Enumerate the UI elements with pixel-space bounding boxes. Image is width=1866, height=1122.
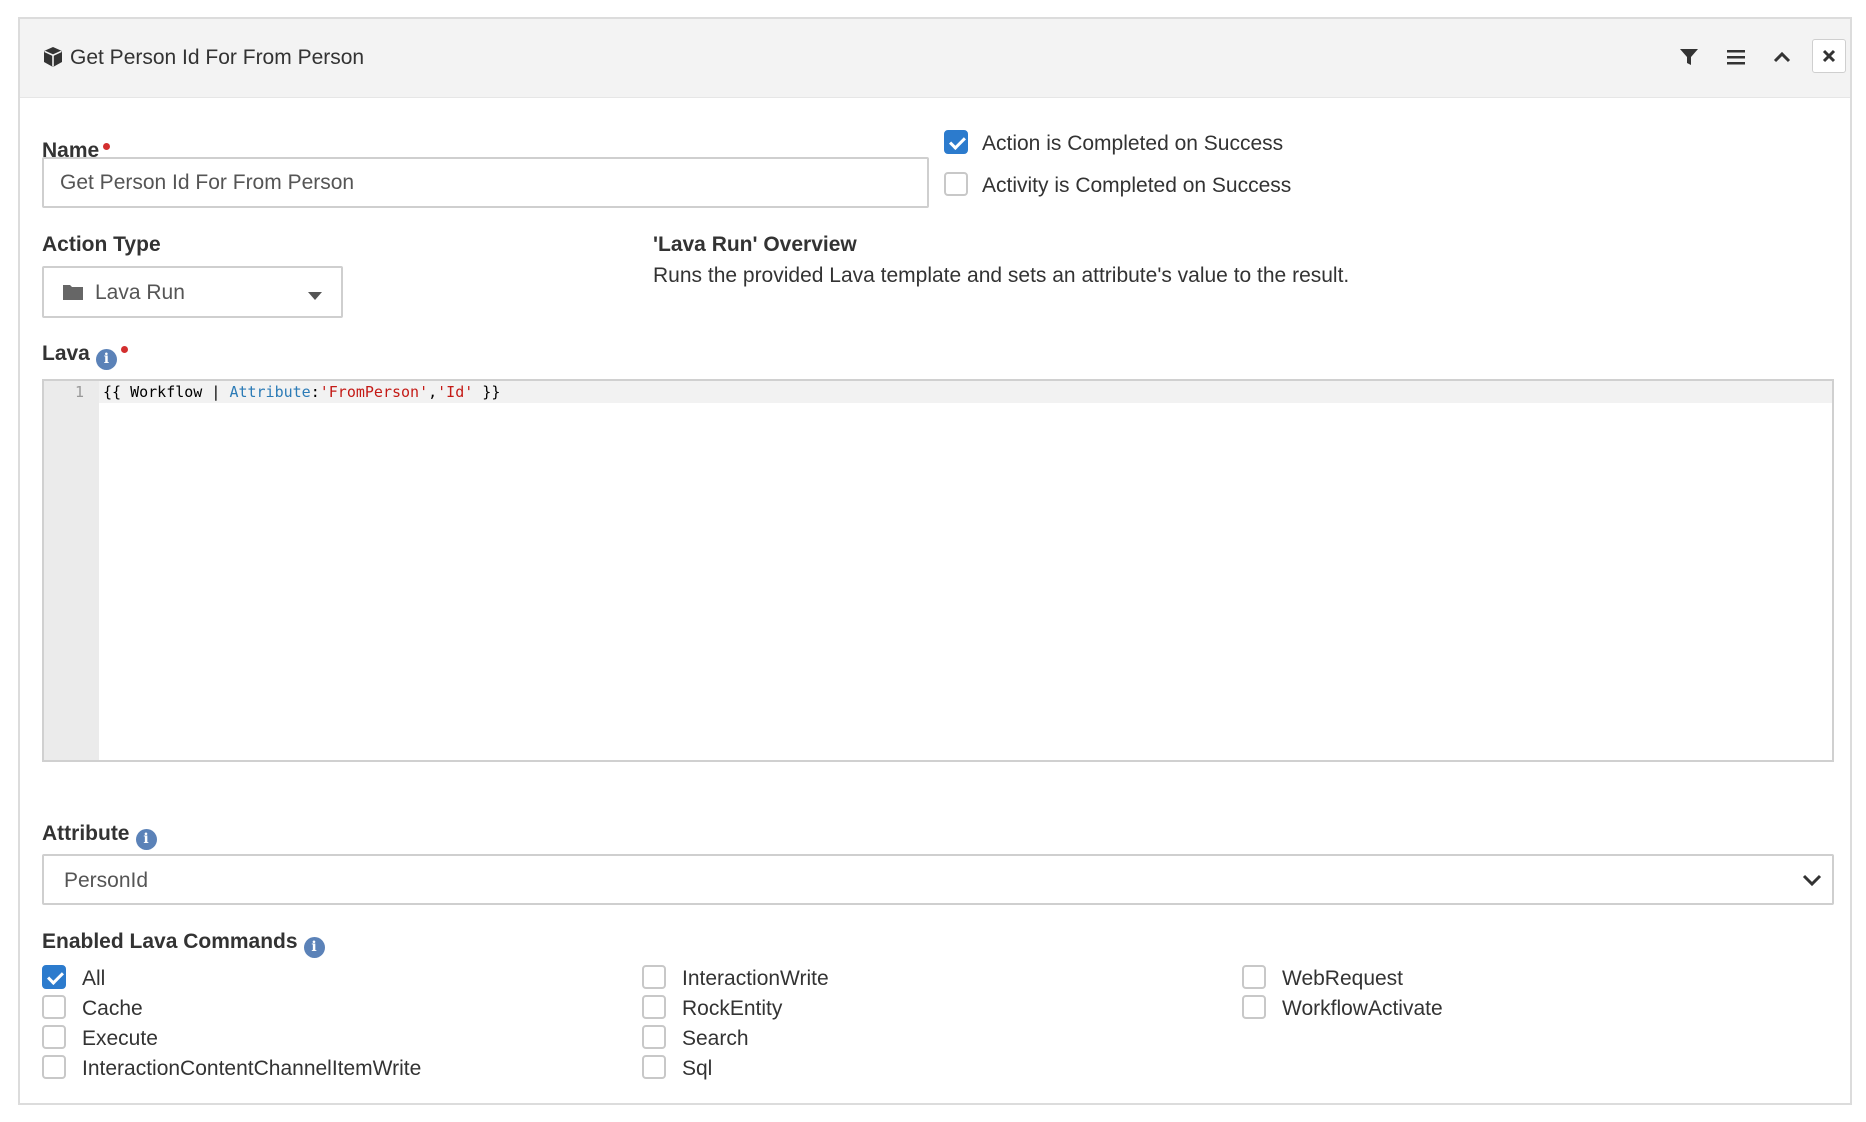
workflow-action-panel: Get Person Id For From Person Name Actio… [18,17,1852,1105]
command-label: All [82,967,106,990]
command-checkbox-workflowactivate[interactable] [1242,995,1266,1019]
command-checkbox-rockentity[interactable] [642,995,666,1019]
command-checkbox-execute[interactable] [42,1025,66,1049]
command-label: WebRequest [1282,967,1404,990]
code-token: : [310,383,320,401]
command-checkbox-all[interactable] [42,965,66,989]
command-label: Search [682,1027,749,1050]
action-type-value: Lava Run [95,281,185,304]
info-icon[interactable]: i [95,349,117,370]
command-checkbox-cache[interactable] [42,995,66,1019]
caret-down-icon [308,288,322,306]
close-button[interactable] [1812,39,1846,73]
action-type-label: Action Type [42,233,161,256]
code-token: }} [473,383,501,401]
command-label: RockEntity [682,997,783,1020]
chevron-down-icon [1802,873,1822,892]
command-label: WorkflowActivate [1282,997,1443,1020]
attribute-label: Attribute i [42,822,157,850]
enabled-commands-label: Enabled Lava Commands i [42,930,325,958]
required-indicator [103,143,111,150]
command-checkbox-interactioncontentchannelitemwrite[interactable] [42,1055,66,1079]
action-completed-checkbox[interactable] [944,130,968,154]
lava-label: Lava i [42,342,128,370]
attribute-select[interactable]: PersonId [42,854,1834,905]
chevron-up-icon[interactable] [1769,44,1795,70]
code-token-string: 'FromPerson' [319,383,429,401]
menu-icon[interactable] [1723,44,1749,70]
command-checkbox-sql[interactable] [642,1055,666,1079]
command-label: InteractionContentChannelItemWrite [82,1057,422,1080]
info-icon[interactable]: i [135,829,157,850]
name-input[interactable] [42,157,929,208]
attribute-value: PersonId [64,869,149,892]
command-label: Cache [82,997,143,1020]
overview-title: 'Lava Run' Overview [653,233,857,256]
editor-gutter: 1 [44,381,99,760]
code-line[interactable]: {{ Workflow | Attribute:'FromPerson','Id… [103,383,500,401]
code-token-string: 'Id' [437,383,474,401]
cube-icon [42,46,64,68]
command-checkbox-webrequest[interactable] [1242,965,1266,989]
command-label: InteractionWrite [682,967,829,990]
lava-code-editor[interactable]: 1 {{ Workflow | Attribute:'FromPerson','… [42,379,1834,762]
folder-icon [62,283,84,306]
command-label: Sql [682,1057,713,1080]
panel-header: Get Person Id For From Person [20,19,1850,98]
panel-title: Get Person Id For From Person [70,46,365,69]
code-token-filter: Attribute [229,383,311,401]
activity-completed-checkbox[interactable] [944,172,968,196]
command-label: Execute [82,1027,158,1050]
line-number: 1 [74,383,84,401]
close-icon [1822,49,1836,63]
code-token: , [428,383,438,401]
info-icon[interactable]: i [303,937,325,958]
overview-description: Runs the provided Lava template and sets… [653,264,1350,287]
filter-icon[interactable] [1676,44,1702,70]
command-checkbox-search[interactable] [642,1025,666,1049]
command-checkbox-interactionwrite[interactable] [642,965,666,989]
action-completed-label: Action is Completed on Success [982,132,1284,155]
activity-completed-label: Activity is Completed on Success [982,174,1292,197]
action-type-select[interactable]: Lava Run [42,266,343,318]
required-indicator [120,346,128,353]
code-token: {{ Workflow | [103,383,230,401]
